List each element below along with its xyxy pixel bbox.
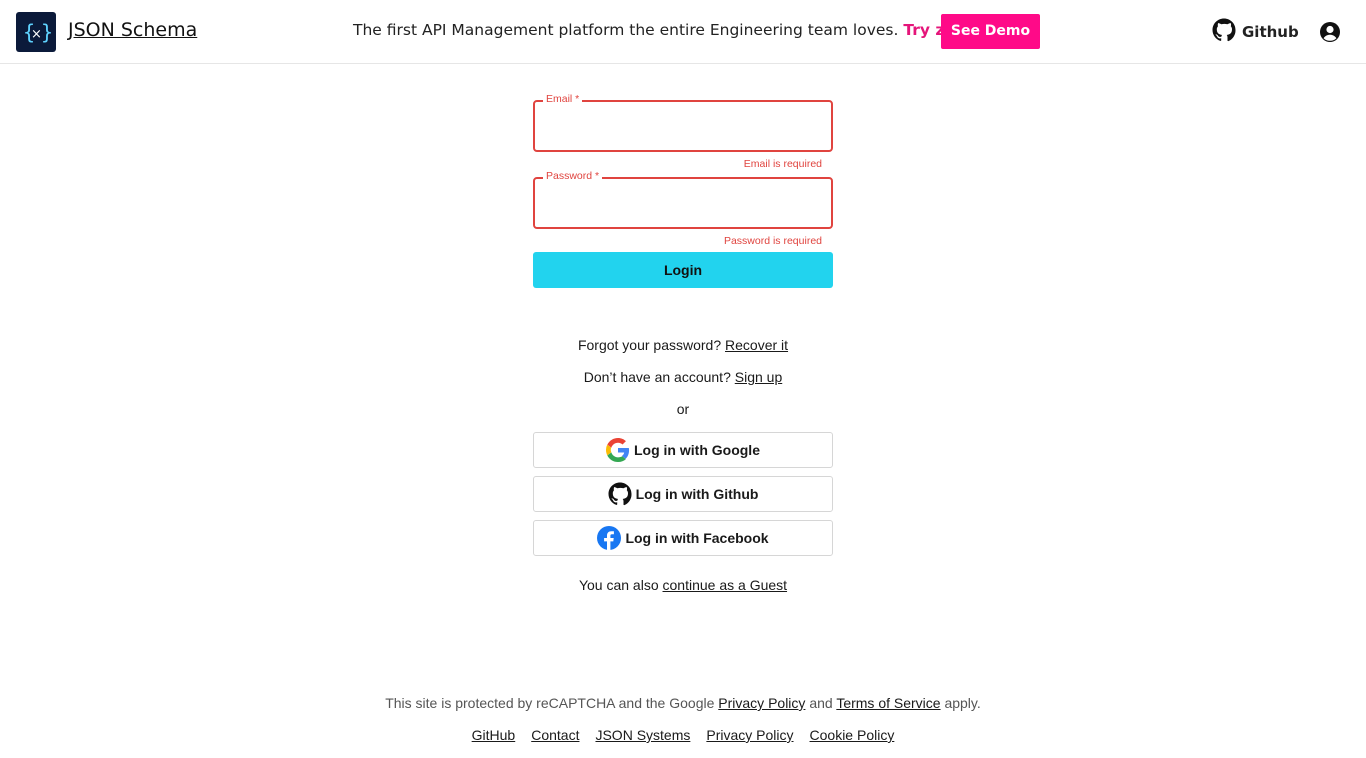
facebook-icon	[597, 526, 622, 550]
promo-banner: The first API Management platform the en…	[353, 21, 982, 39]
footer-link-cookie-policy[interactable]: Cookie Policy	[810, 727, 895, 743]
email-field[interactable]: Email *	[533, 93, 833, 152]
guest-line: You can also continue as a Guest	[483, 577, 883, 593]
apply-text: apply.	[944, 695, 981, 711]
or-divider: or	[676, 401, 690, 417]
password-field[interactable]: Password *	[533, 170, 833, 229]
email-error: Email is required	[743, 158, 822, 170]
no-account-text: Don’t have an account?	[583, 369, 731, 385]
signup-link[interactable]: Sign up	[735, 369, 782, 385]
google-login-label: Log in with Google	[634, 442, 760, 458]
recaptcha-note: This site is protected by reCAPTCHA and …	[283, 695, 1083, 711]
recover-link[interactable]: Recover it	[725, 337, 788, 353]
footer-link-contact[interactable]: Contact	[531, 727, 579, 743]
facebook-login-button[interactable]: Log in with Facebook	[533, 520, 833, 556]
facebook-login-label: Log in with Facebook	[625, 530, 769, 546]
github-nav-link[interactable]: Github	[1212, 18, 1299, 46]
login-button[interactable]: Login	[533, 252, 833, 288]
email-label: Email *	[543, 93, 583, 105]
github-icon	[1212, 18, 1236, 46]
password-label: Password *	[543, 170, 603, 182]
google-terms-link[interactable]: Terms of Service	[836, 695, 940, 711]
and-text: and	[809, 695, 833, 711]
user-circle-icon[interactable]	[1319, 21, 1341, 43]
github-icon	[608, 482, 632, 506]
guest-text: You can also	[578, 577, 659, 593]
guest-link[interactable]: continue as a Guest	[663, 577, 788, 593]
github-login-button[interactable]: Log in with Github	[533, 476, 833, 512]
forgot-text: Forgot your password?	[577, 337, 722, 353]
see-demo-button[interactable]: See Demo	[941, 14, 1040, 49]
svg-text:}: }	[41, 20, 53, 44]
password-error: Password is required	[723, 235, 822, 247]
svg-text:×: ×	[31, 27, 42, 42]
password-input[interactable]	[545, 191, 815, 215]
google-icon	[606, 438, 630, 462]
footer-links: GitHub Contact JSON Systems Privacy Poli…	[383, 727, 983, 743]
email-input[interactable]	[545, 114, 815, 138]
top-navbar: { } × JSON Schema The first API Manageme…	[0, 0, 1366, 64]
footer-link-privacy-policy[interactable]: Privacy Policy	[706, 727, 793, 743]
signup-line: Don’t have an account? Sign up	[483, 369, 883, 385]
recaptcha-text: This site is protected by reCAPTCHA and …	[385, 695, 715, 711]
forgot-password-line: Forgot your password? Recover it	[483, 337, 883, 353]
brand-link[interactable]: JSON Schema	[68, 19, 197, 41]
footer-link-json-systems[interactable]: JSON Systems	[595, 727, 690, 743]
footer-link-github[interactable]: GitHub	[472, 727, 516, 743]
google-privacy-link[interactable]: Privacy Policy	[718, 695, 805, 711]
github-login-label: Log in with Github	[635, 486, 759, 502]
promo-text: The first API Management platform the en…	[353, 21, 899, 39]
json-schema-logo-icon[interactable]: { } ×	[16, 12, 56, 52]
github-nav-label: Github	[1242, 23, 1299, 41]
google-login-button[interactable]: Log in with Google	[533, 432, 833, 468]
